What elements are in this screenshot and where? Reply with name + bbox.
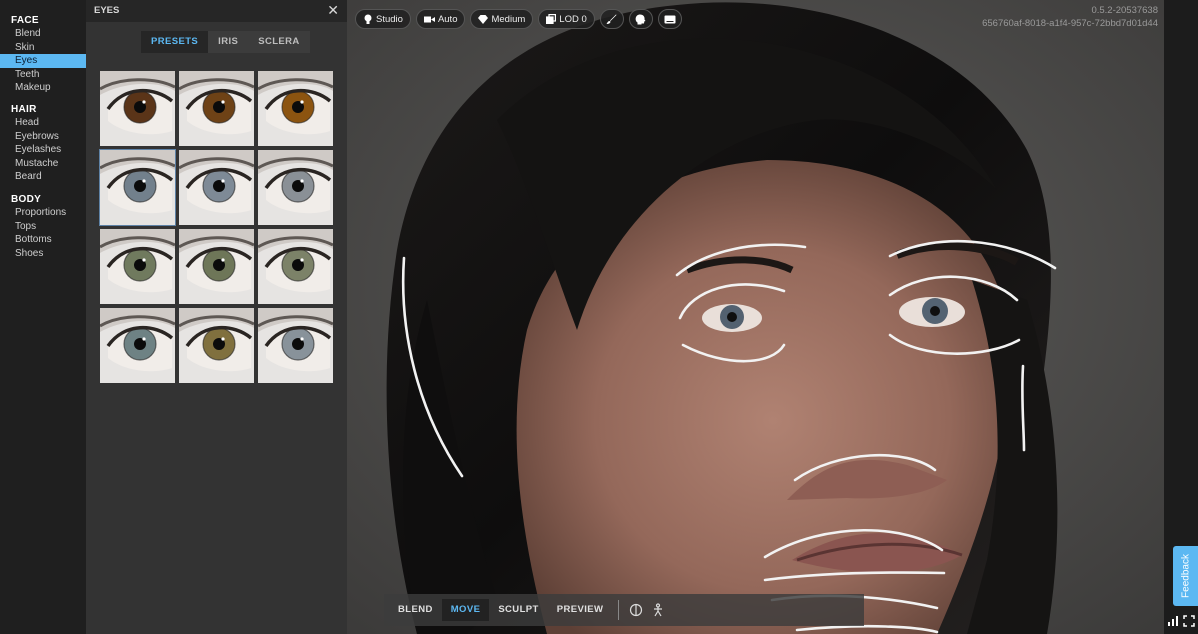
mode-move-button[interactable]: MOVE [441,599,490,621]
lod-0-button[interactable]: LOD 0 [538,9,595,29]
version-label: 0.5.2-20537638 [1091,5,1158,16]
toolbar-label-medium: Medium [491,13,526,25]
eye-preset-10[interactable] [100,308,175,383]
camera-icon [423,15,435,24]
eye-preset-6[interactable] [258,150,333,225]
tab-sclera[interactable]: SCLERA [248,31,310,53]
sidebar-section-hair: HAIR Head Eyebrows Eyelashes Mustache Beard [0,103,86,184]
sidebar-item-eyes[interactable]: Eyes [0,54,86,68]
tab-presets[interactable]: PRESETS [141,31,209,53]
eye-preset-12[interactable] [258,308,333,383]
right-strip: Feedback [1164,0,1198,634]
lod-icon [546,14,557,24]
mode-toolbar: BLEND MOVE SCULPT PREVIEW [384,594,864,626]
sidebar-section-title: BODY [11,194,42,205]
skeleton-icon[interactable] [647,599,669,621]
character-render [347,0,1164,634]
sidebar-item-shoes[interactable]: Shoes [0,247,86,261]
category-sidebar: FACE Blend Skin Eyes Teeth Makeup HAIR Head Eyeb… [0,0,86,634]
toolbar-label-studio: Studio [376,13,403,25]
close-icon[interactable]: ✕ [327,3,339,17]
auto-button[interactable]: Auto [415,9,466,29]
sidebar-item-makeup[interactable]: Makeup [0,81,86,95]
toolbar-divider [618,600,620,620]
eye-preset-9[interactable] [258,229,333,304]
sidebar-item-beard[interactable]: Beard [0,170,86,184]
mode-preview-button[interactable]: PREVIEW [548,599,613,621]
sidebar-item-eyebrows[interactable]: Eyebrows [0,130,86,144]
eye-presets-grid [99,71,333,383]
brush-button[interactable] [599,9,624,29]
eye-preset-2[interactable] [179,71,254,146]
sidebar-section-title: HAIR [11,104,37,115]
sidebar-item-proportions[interactable]: Proportions [0,206,86,220]
eye-preset-11[interactable] [179,308,254,383]
medium-button[interactable]: Medium [470,9,534,29]
studio-button[interactable]: Studio [355,9,411,29]
mode-buttons: BLEND MOVE SCULPT PREVIEW [389,599,612,621]
feedback-label: Feedback [1180,554,1191,598]
mode-blend-button[interactable]: BLEND [389,599,442,621]
eye-preset-3[interactable] [258,71,333,146]
sidebar-section-title: FACE [11,15,39,26]
toolbar-label-auto: Auto [437,13,458,25]
sidebar-item-skin[interactable]: Skin [0,41,86,55]
eye-preset-5[interactable] [179,150,254,225]
diamond-icon [478,14,489,24]
sidebar-item-mustache[interactable]: Mustache [0,157,86,171]
screen-button[interactable] [657,9,682,29]
mode-sculpt-button[interactable]: SCULPT [489,599,547,621]
version-info: 0.5.2-20537638 656760af-8018-a1f4-957c-7… [982,4,1158,30]
sidebar-item-blend[interactable]: Blend [0,27,86,41]
head-icon [635,14,646,25]
panel-header: EYES ✕ [86,0,347,22]
eye-preset-1[interactable] [100,71,175,146]
sidebar-item-tops[interactable]: Tops [0,220,86,234]
sidebar-item-teeth[interactable]: Teeth [0,68,86,82]
signal-icon[interactable] [1167,614,1179,626]
panel-title: EYES [94,5,120,16]
tab-iris[interactable]: IRIS [208,31,249,53]
feedback-button[interactable]: Feedback [1173,546,1198,606]
viewport-toolbar: Studio Auto Medium LOD 0 [355,9,682,29]
3d-viewport[interactable]: Studio Auto Medium LOD 0 0.5.2-20537638 656… [347,0,1164,634]
screen-icon [664,15,676,24]
sidebar-item-eyelashes[interactable]: Eyelashes [0,143,86,157]
eyes-panel: EYES ✕ PRESETS IRIS SCLERA [86,0,347,634]
sidebar-section-body: BODY Proportions Tops Bottoms Shoes [0,193,86,260]
eye-preset-8[interactable] [179,229,254,304]
panel-tabs: PRESETS IRIS SCLERA [141,31,310,53]
eye-preset-7[interactable] [100,229,175,304]
fullscreen-icon[interactable] [1183,614,1195,627]
sidebar-section-face: FACE Blend Skin Eyes Teeth Makeup [0,14,86,95]
head-button[interactable] [628,9,653,29]
light-bulb-icon [363,14,373,25]
brush-icon [606,14,617,25]
sidebar-item-bottoms[interactable]: Bottoms [0,233,86,247]
build-id-label: 656760af-8018-a1f4-957c-72bbd7d01d44 [982,18,1158,29]
eye-preset-4[interactable] [99,149,176,226]
sidebar-item-head[interactable]: Head [0,116,86,130]
toolbar-label-lod-0: LOD 0 [559,13,587,25]
symmetry-icon[interactable] [625,599,647,621]
